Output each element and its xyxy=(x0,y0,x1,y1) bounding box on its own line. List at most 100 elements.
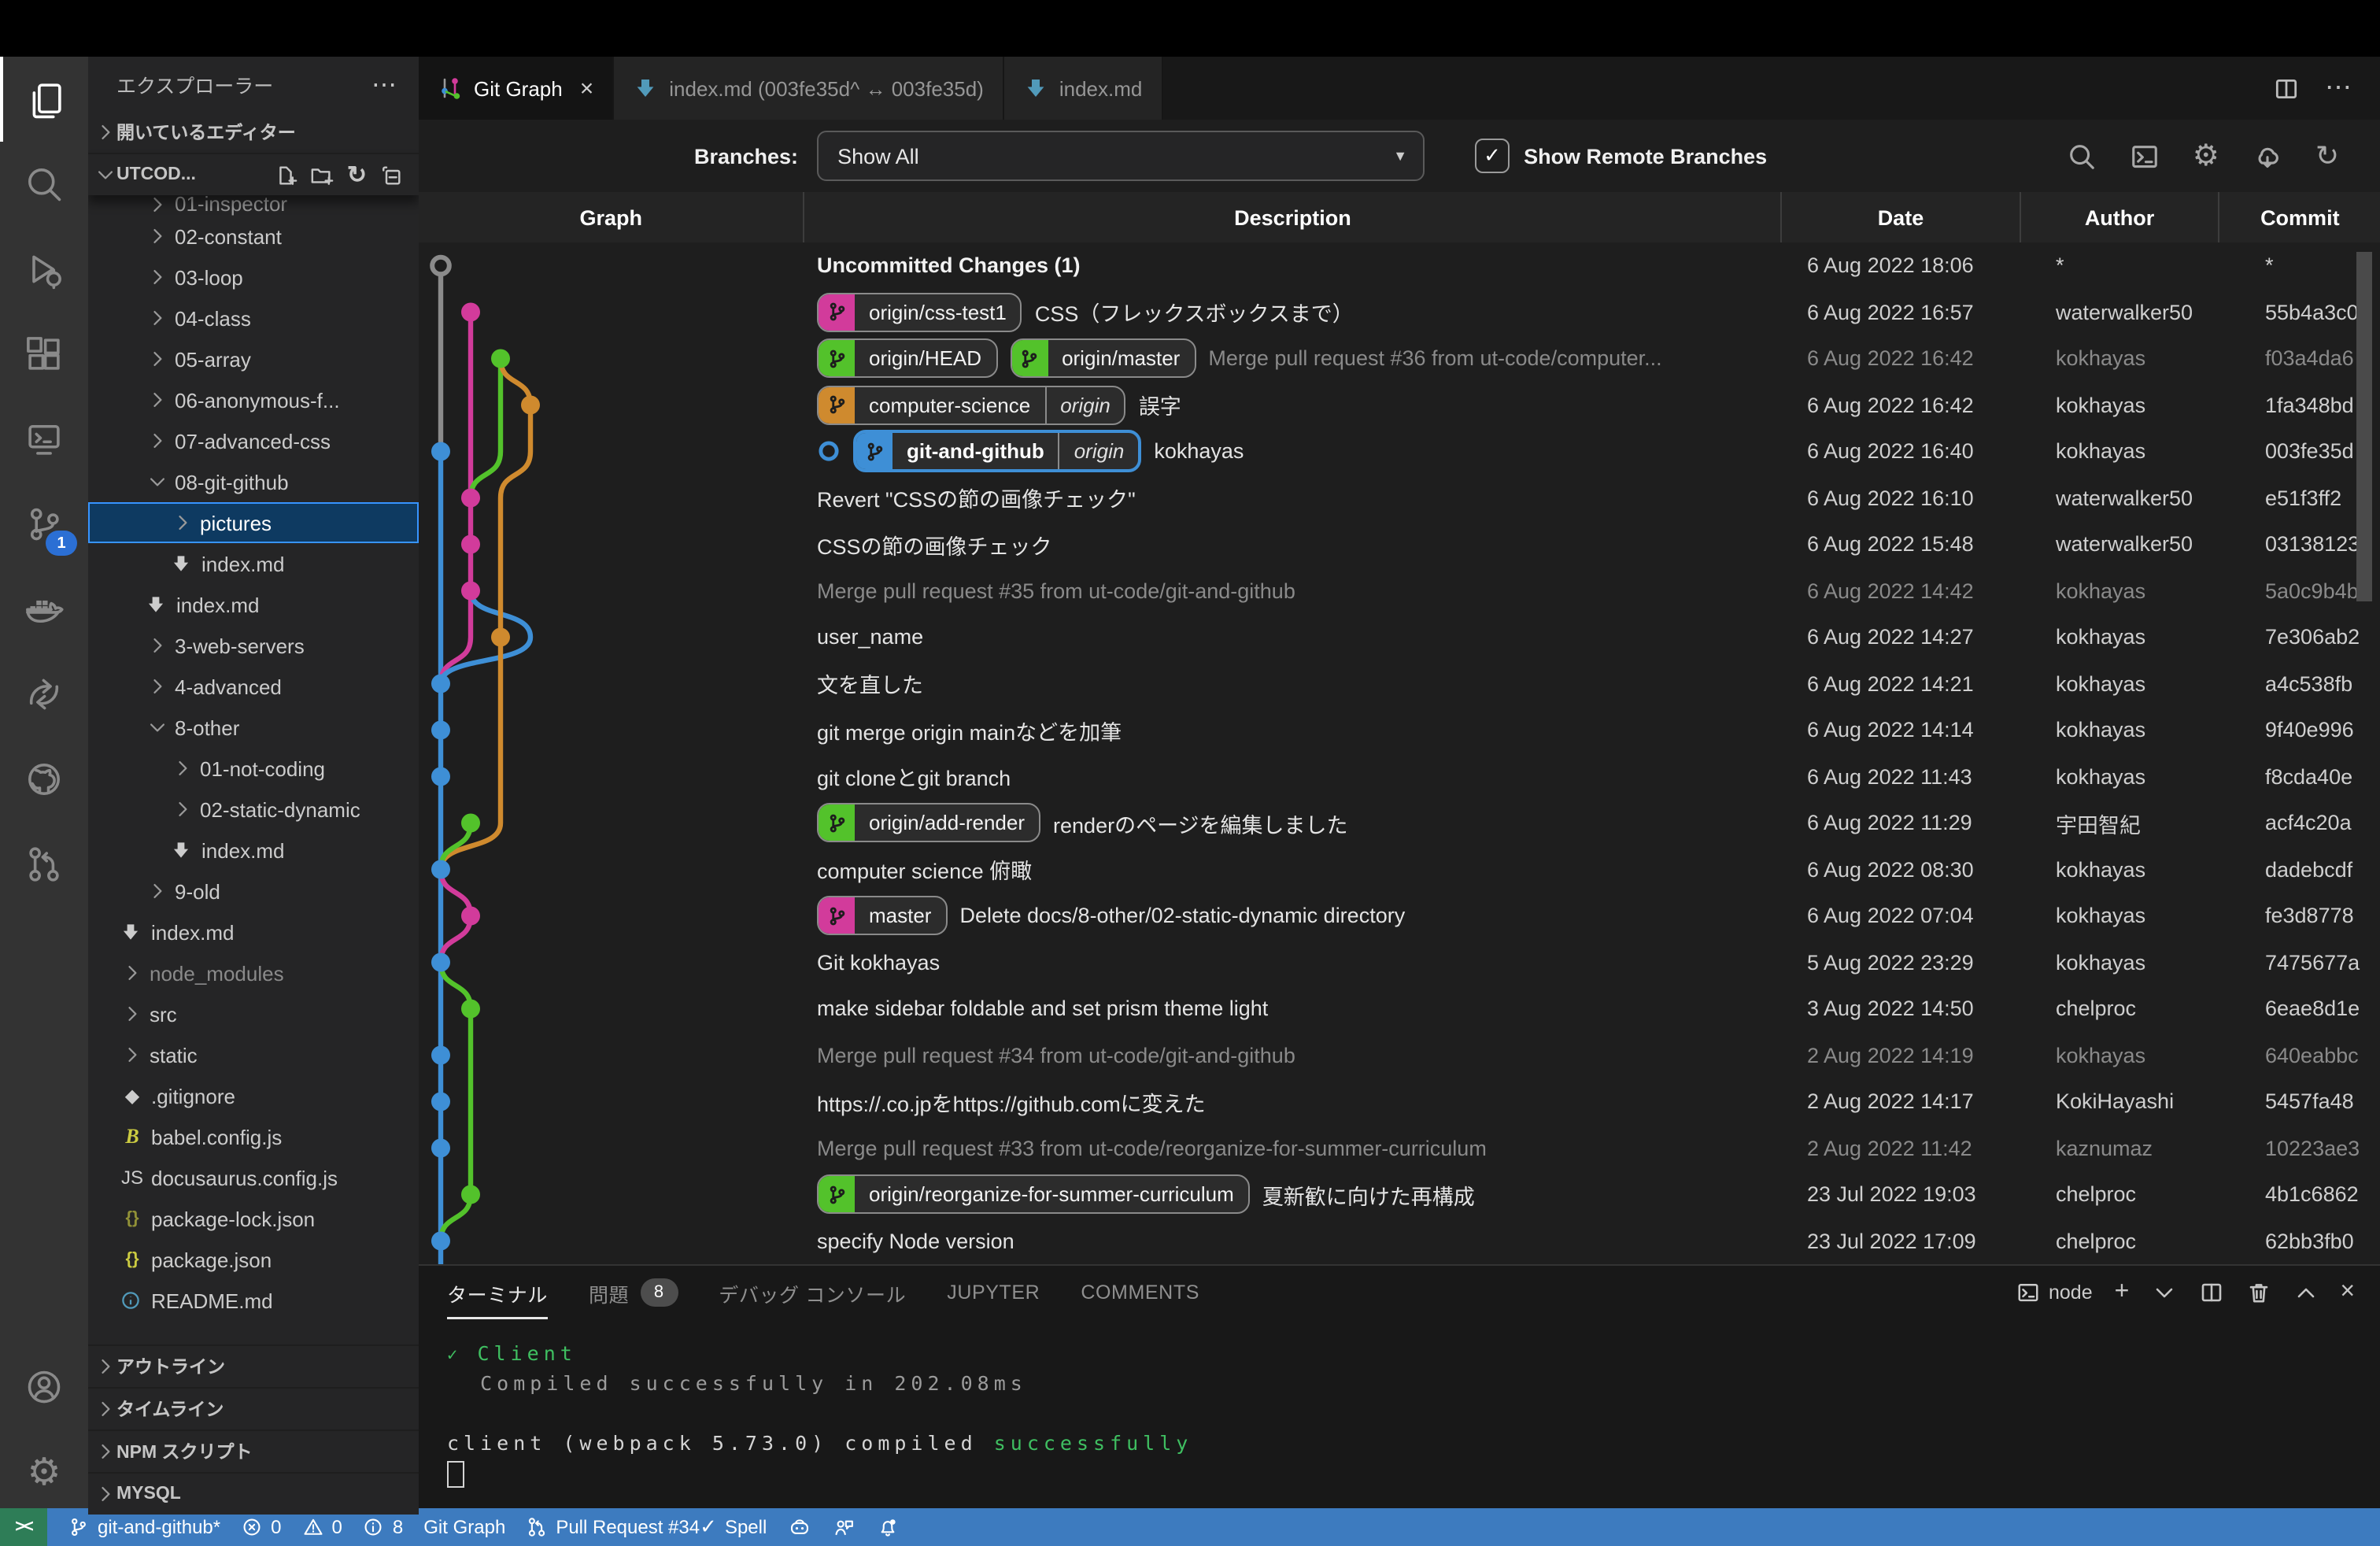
tree-folder-04-class[interactable]: 04-class xyxy=(88,298,419,338)
commit-row[interactable]: origin/add-renderrenderのページを編集しました6 Aug … xyxy=(419,800,2380,846)
pull-request-status[interactable]: Pull Request #34 xyxy=(526,1516,700,1538)
tree-folder-01-not-coding[interactable]: 01-not-coding xyxy=(88,748,419,789)
column-header-commit[interactable]: Commit xyxy=(2219,192,2380,242)
tree-file-package-lock-json[interactable]: {}package-lock.json xyxy=(88,1198,419,1239)
settings-gear-icon[interactable]: ⚙ xyxy=(2193,141,2219,171)
shell-selector[interactable]: node xyxy=(2016,1280,2093,1305)
tab-index-md[interactable]: index.md xyxy=(1004,57,1163,120)
column-header-author[interactable]: Author xyxy=(2019,192,2218,242)
tree-file-package-json[interactable]: {}package.json xyxy=(88,1239,419,1280)
panel-tab--[interactable]: 問題8 xyxy=(589,1266,678,1319)
more-actions-icon[interactable]: ⋯ xyxy=(371,68,397,100)
branch-badge[interactable]: origin/css-test1 xyxy=(817,293,1022,332)
commit-row[interactable]: CSSの節の画像チェック6 Aug 2022 15:48waterwalker5… xyxy=(419,521,2380,568)
tree-folder-static[interactable]: static xyxy=(88,1034,419,1075)
tree-file--gitignore[interactable]: ◆.gitignore xyxy=(88,1075,419,1116)
tree-file-index-md[interactable]: index.md xyxy=(88,912,419,952)
activity-run-debug[interactable] xyxy=(0,227,88,312)
tree-file-docusaurus-config-js[interactable]: JSdocusaurus.config.js xyxy=(88,1157,419,1198)
commit-row[interactable]: make sidebar foldable and set prism them… xyxy=(419,986,2380,1032)
tree-folder-08-git-github[interactable]: 08-git-github xyxy=(88,461,419,502)
chevron-down-icon[interactable] xyxy=(2151,1280,2176,1305)
activity-remote-explorer[interactable] xyxy=(0,397,88,482)
activity-settings-gear[interactable]: ⚙ xyxy=(0,1429,88,1515)
tree-folder-node-modules[interactable]: node_modules xyxy=(88,952,419,993)
copilot-status[interactable] xyxy=(789,1516,811,1538)
spell-status[interactable]: ✓Spell xyxy=(700,1515,767,1540)
ellipsis-icon[interactable]: ⋯ xyxy=(2325,72,2352,104)
tree-folder-4-advanced[interactable]: 4-advanced xyxy=(88,666,419,707)
tree-file-index-md[interactable]: index.md xyxy=(88,543,419,584)
trash-icon[interactable] xyxy=(2245,1280,2271,1305)
activity-files[interactable] xyxy=(0,57,88,142)
column-header-description[interactable]: Description xyxy=(803,192,1780,242)
branch-badge[interactable]: git-and-githuborigin xyxy=(853,431,1141,473)
split-editor-icon[interactable] xyxy=(2273,75,2300,102)
workspace-section[interactable]: UTCOD...↻ xyxy=(88,153,419,195)
panel-tab-comments[interactable]: COMMENTS xyxy=(1081,1266,1199,1319)
panel-tab-jupyter[interactable]: JUPYTER xyxy=(947,1266,1040,1319)
tree-folder-src[interactable]: src xyxy=(88,993,419,1034)
commit-row[interactable]: https://.co.jpをhttps://github.comに変えた2 A… xyxy=(419,1078,2380,1125)
branch-badge[interactable]: computer-scienceorigin xyxy=(817,386,1126,425)
collapse-all-icon[interactable] xyxy=(379,161,403,189)
branch-status[interactable]: git-and-github* xyxy=(68,1516,220,1538)
close-icon[interactable]: × xyxy=(2340,1278,2355,1307)
tree-folder-03-loop[interactable]: 03-loop xyxy=(88,257,419,298)
tree-file-index-md[interactable]: index.md xyxy=(88,830,419,871)
branches-dropdown[interactable]: Show All ▼ xyxy=(817,131,1425,181)
new-file-icon[interactable] xyxy=(275,161,298,189)
open-editors-section[interactable]: 開いているエディター xyxy=(88,112,419,153)
panel-tab--[interactable]: デバッグ コンソール xyxy=(719,1266,906,1319)
activity-extensions[interactable] xyxy=(0,312,88,397)
commit-row[interactable]: Git kokhayas5 Aug 2022 23:29kokhayas7475… xyxy=(419,939,2380,986)
tab-index-md-003fe35d-003fe35d-[interactable]: index.md (003fe35d^ ↔ 003fe35d) xyxy=(614,57,1004,120)
commit-row[interactable]: origin/reorganize-for-summer-curriculum夏… xyxy=(419,1171,2380,1218)
terminal-icon[interactable] xyxy=(2130,141,2160,171)
commit-row[interactable]: git merge origin mainなどを加筆6 Aug 2022 14:… xyxy=(419,707,2380,753)
branch-badge[interactable]: origin/HEAD xyxy=(817,339,997,379)
commit-row[interactable]: Uncommitted Changes (1)6 Aug 2022 18:06*… xyxy=(419,242,2380,289)
tree-folder-01-inspector[interactable]: 01-inspector xyxy=(88,195,419,216)
new-folder-icon[interactable] xyxy=(311,161,334,189)
section-タイムライン[interactable]: タイムライン xyxy=(88,1387,419,1429)
error-count[interactable]: 0 xyxy=(241,1516,281,1538)
cloud-download-icon[interactable] xyxy=(2252,141,2282,171)
branch-badge[interactable]: origin/master xyxy=(1010,339,1196,379)
activity-pull-requests[interactable] xyxy=(0,822,88,907)
panel-tab--[interactable]: ターミナル xyxy=(447,1266,548,1319)
refresh-icon[interactable]: ↻ xyxy=(347,161,367,189)
activity-account[interactable] xyxy=(0,1344,88,1429)
commit-row[interactable]: origin/css-test1CSS（フレックスボックスまで）6 Aug 20… xyxy=(419,289,2380,335)
commit-row[interactable]: specify Node version23 Jul 2022 17:09che… xyxy=(419,1218,2380,1264)
notifications[interactable] xyxy=(877,1516,899,1538)
tree-folder-8-other[interactable]: 8-other xyxy=(88,707,419,748)
split-editor-icon[interactable] xyxy=(2198,1280,2223,1305)
commit-row[interactable]: user_name6 Aug 2022 14:27kokhayas7e306ab… xyxy=(419,614,2380,660)
search-icon[interactable] xyxy=(2067,141,2097,171)
commit-row[interactable]: computer science 俯瞰6 Aug 2022 08:30kokha… xyxy=(419,846,2380,893)
info-count[interactable]: 8 xyxy=(363,1516,403,1538)
tree-folder-3-web-servers[interactable]: 3-web-servers xyxy=(88,625,419,666)
tab-close-icon[interactable]: × xyxy=(580,75,594,102)
commit-row[interactable]: git-and-githuboriginkokhayas6 Aug 2022 1… xyxy=(419,428,2380,475)
commit-row[interactable]: git cloneとgit branch6 Aug 2022 11:43kokh… xyxy=(419,753,2380,800)
column-header-graph[interactable]: Graph xyxy=(419,192,803,242)
git-graph-status[interactable]: Git Graph xyxy=(423,1516,505,1538)
tree-file-babel-config-js[interactable]: Bbabel.config.js xyxy=(88,1116,419,1157)
activity-github[interactable] xyxy=(0,737,88,822)
section-アウトライン[interactable]: アウトライン xyxy=(88,1344,419,1387)
branch-badge[interactable]: origin/reorganize-for-summer-curriculum xyxy=(817,1175,1250,1215)
activity-docker[interactable] xyxy=(0,567,88,652)
branch-badge[interactable]: origin/add-render xyxy=(817,804,1040,843)
column-header-date[interactable]: Date xyxy=(1780,192,2019,242)
activity-search[interactable] xyxy=(0,142,88,227)
activity-live-share[interactable] xyxy=(0,652,88,737)
chevron-up-icon[interactable] xyxy=(2293,1280,2318,1305)
tree-folder-pictures[interactable]: pictures xyxy=(88,502,419,543)
commit-row[interactable]: computer-scienceorigin誤字6 Aug 2022 16:42… xyxy=(419,382,2380,428)
warning-count[interactable]: 0 xyxy=(302,1516,342,1538)
table-scrollbar[interactable] xyxy=(2356,252,2372,601)
tree-folder-9-old[interactable]: 9-old xyxy=(88,871,419,912)
tree-file-index-md[interactable]: index.md xyxy=(88,584,419,625)
